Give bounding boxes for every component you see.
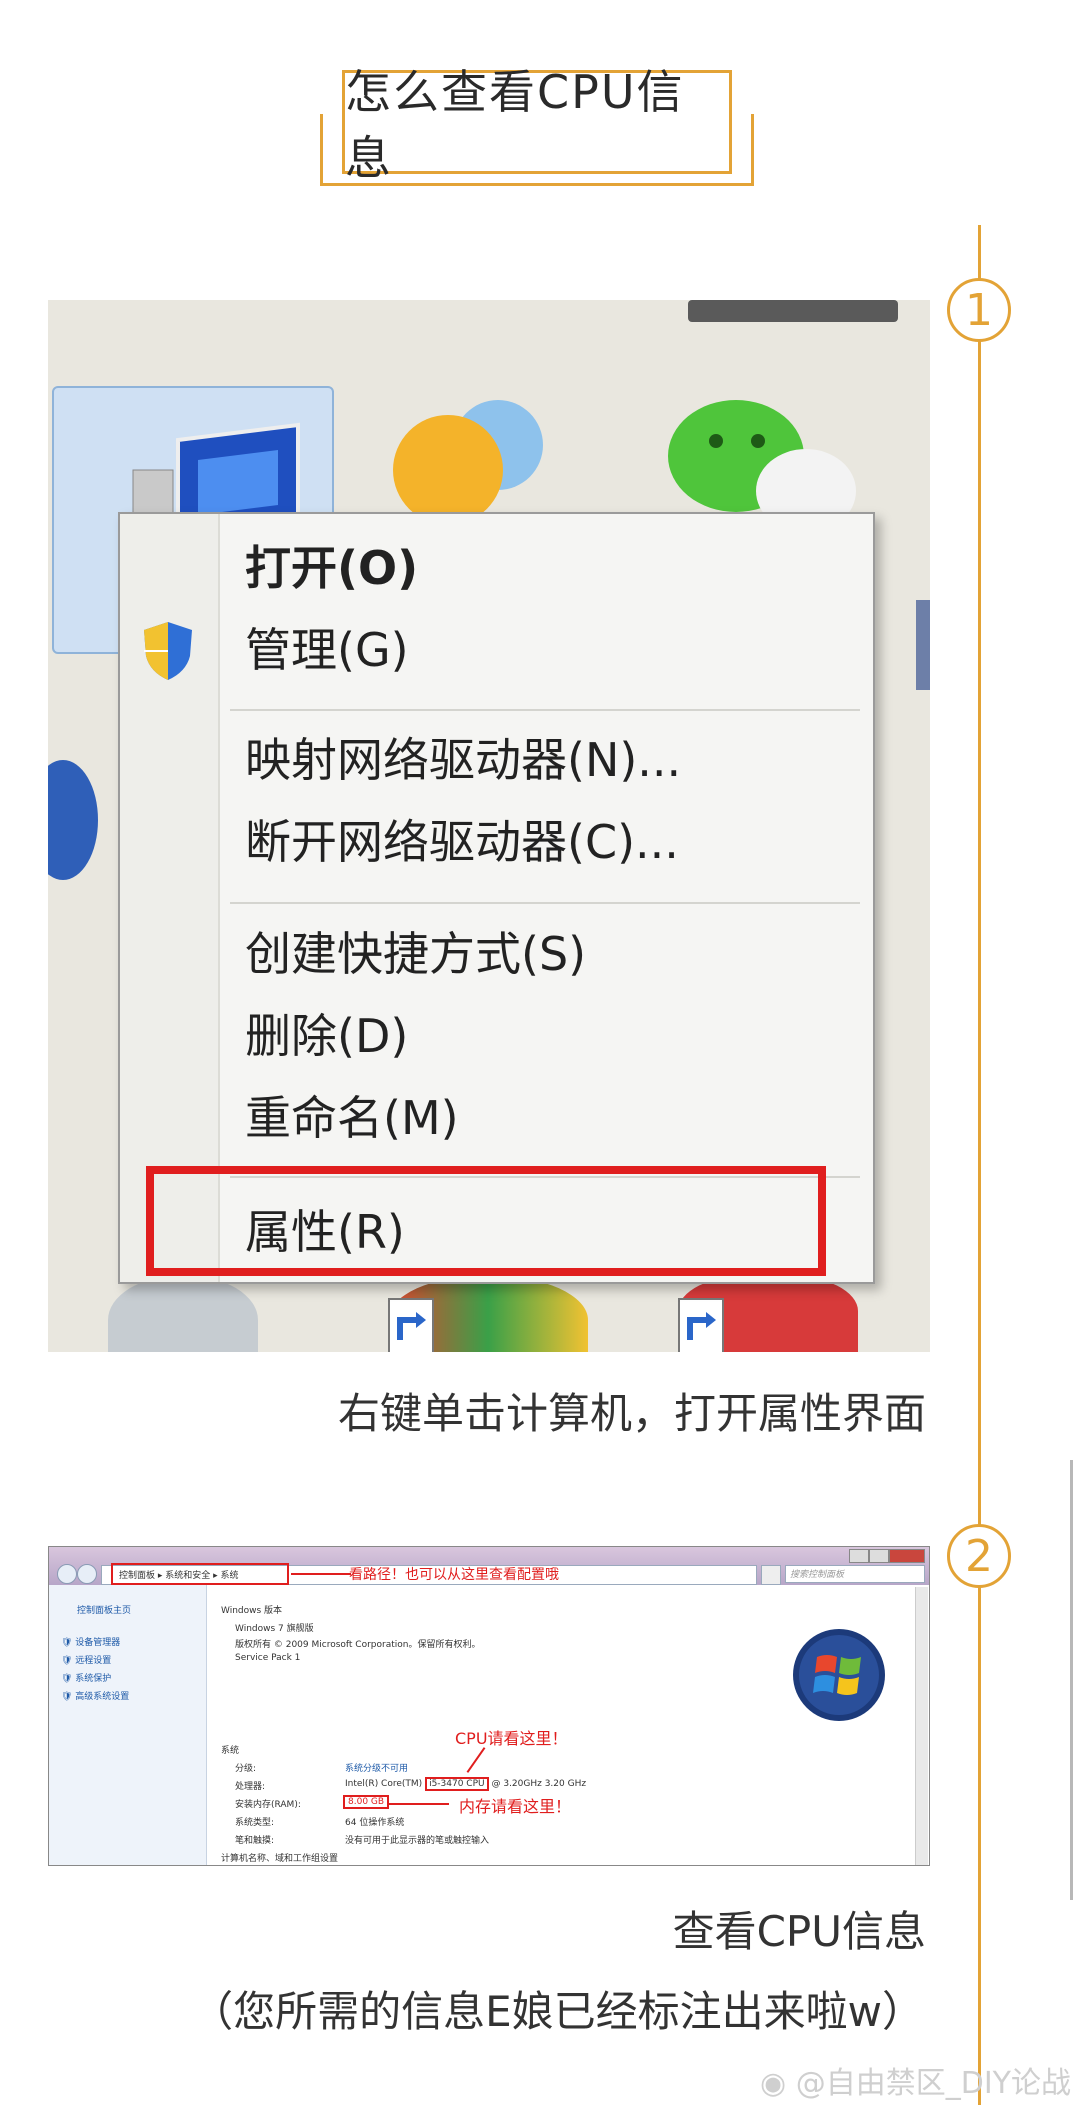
cpu-note: CPU请看这里！: [455, 1729, 568, 1748]
menu-item-map-network-drive[interactable]: 映射网络驱动器(N)...: [245, 724, 681, 790]
breadcrumb-item[interactable]: 系统: [221, 1571, 239, 1581]
row-pen-touch-label: 笔和触摸:: [235, 1836, 275, 1846]
refresh-button[interactable]: [761, 1565, 781, 1585]
sidebar-item-remote-settings[interactable]: 🛡 远程设置: [61, 1653, 111, 1666]
minimize-button[interactable]: [849, 1549, 869, 1563]
breadcrumb: 控制面板 ▸ 系统和安全 ▸ 系统: [119, 1571, 239, 1581]
weibo-logo-icon: ◉: [760, 2066, 787, 2101]
row-ram-label: 安装内存(RAM):: [235, 1800, 301, 1810]
menu-item-disconnect-network-drive[interactable]: 断开网络驱动器(C)...: [245, 806, 679, 872]
menu-separator: [230, 709, 860, 711]
sidebar-item-advanced-settings[interactable]: 🛡 高级系统设置: [61, 1689, 129, 1702]
menu-item-delete[interactable]: 删除(D): [245, 1000, 408, 1066]
menu-separator: [230, 902, 860, 904]
desktop-text-blur: [688, 300, 898, 322]
breadcrumb-note: 看路径！也可以从这里查看配置哦: [349, 1567, 559, 1583]
row-pen-touch-value: 没有可用于此显示器的笔或触控输入: [345, 1836, 490, 1846]
shortcut-arrow-icon: [678, 1298, 724, 1352]
search-input[interactable]: 搜索控制面板: [785, 1565, 925, 1583]
uac-shield-icon: [140, 620, 196, 686]
step-2-note: （您所需的信息E娘已经标注出来啦w）: [191, 1987, 924, 2036]
windows-edition-heading: Windows 版本: [221, 1606, 283, 1616]
menu-item-manage[interactable]: 管理(G): [245, 614, 409, 680]
shortcut-arrow-icon: [388, 1298, 434, 1352]
copyright-text: 版权所有 © 2009 Microsoft Corporation。保留所有权利…: [235, 1640, 481, 1650]
sidebar-item-home[interactable]: 控制面板主页: [77, 1603, 131, 1616]
system-properties-screenshot: 控制面板 ▸ 系统和安全 ▸ 系统 看路径！也可以从这里查看配置哦 搜索控制面板…: [48, 1546, 930, 1866]
windows-edition: Windows 7 旗舰版: [235, 1624, 314, 1634]
forward-button[interactable]: [77, 1564, 97, 1584]
step-2-caption: 查看CPU信息: [672, 1907, 926, 1956]
sidebar: 控制面板主页 🛡 设备管理器 🛡 远程设置 🛡 系统保护 🛡 高级系统设置: [49, 1585, 207, 1865]
computer-name-heading: 计算机名称、域和工作组设置: [221, 1854, 339, 1864]
page-title: 怎么查看CPU信息: [342, 65, 732, 185]
step-2-badge: 2: [947, 1524, 1011, 1588]
menu-item-open[interactable]: 打开(O): [245, 532, 418, 598]
properties-highlight-box: [146, 1166, 826, 1276]
system-heading: 系统: [221, 1746, 240, 1756]
row-rating-label: 分级:: [235, 1764, 257, 1774]
ram-note-arrow: [389, 1803, 449, 1805]
menu-item-create-shortcut[interactable]: 创建快捷方式(S): [245, 918, 586, 984]
windows-logo-icon: [791, 1627, 887, 1727]
recycle-bin-icon[interactable]: [108, 1275, 258, 1352]
row-processor-label: 处理器:: [235, 1782, 266, 1792]
step-1-badge: 1: [947, 278, 1011, 342]
ram-note: 内存请看这里！: [459, 1797, 572, 1816]
row-system-type-value: 64 位操作系统: [345, 1818, 405, 1828]
menu-item-rename[interactable]: 重命名(M): [245, 1082, 459, 1148]
breadcrumb-item[interactable]: 系统和安全: [165, 1571, 210, 1581]
step-1-caption: 右键单击计算机，打开属性界面: [337, 1389, 926, 1438]
cpu-note-arrow: [466, 1747, 486, 1773]
partial-desktop-icon[interactable]: [916, 600, 930, 690]
service-pack: Service Pack 1: [235, 1653, 301, 1663]
close-button[interactable]: [889, 1549, 925, 1563]
window-scrollbar[interactable]: [915, 1587, 928, 1865]
sidebar-item-device-manager[interactable]: 🛡 设备管理器: [61, 1635, 120, 1648]
timeline-line: [978, 225, 981, 2105]
watermark: ◉ @自由禁区_DIY论战: [760, 2066, 1072, 2101]
globe-icon[interactable]: [48, 760, 98, 880]
maximize-button[interactable]: [869, 1549, 889, 1563]
ram-value-highlight: 8.00 GB: [343, 1795, 390, 1809]
desktop-context-menu-screenshot: 打开(O) 管理(G) 映射网络驱动器(N)... 断开网络驱动器(C)... …: [48, 300, 930, 1352]
breadcrumb-arrow: [291, 1573, 351, 1575]
sidebar-item-system-protection[interactable]: 🛡 系统保护: [61, 1671, 111, 1684]
row-processor-value: Intel(R) Core(TM) i5-3470 CPU @ 3.20GHz …: [345, 1777, 587, 1791]
row-rating-value[interactable]: 系统分级不可用: [345, 1761, 408, 1774]
cpu-model-highlight: i5-3470 CPU: [425, 1777, 489, 1791]
scrollbar[interactable]: [1070, 1460, 1073, 1900]
row-system-type-label: 系统类型:: [235, 1818, 275, 1828]
back-button[interactable]: [57, 1564, 77, 1584]
breadcrumb-item[interactable]: 控制面板: [119, 1571, 155, 1581]
